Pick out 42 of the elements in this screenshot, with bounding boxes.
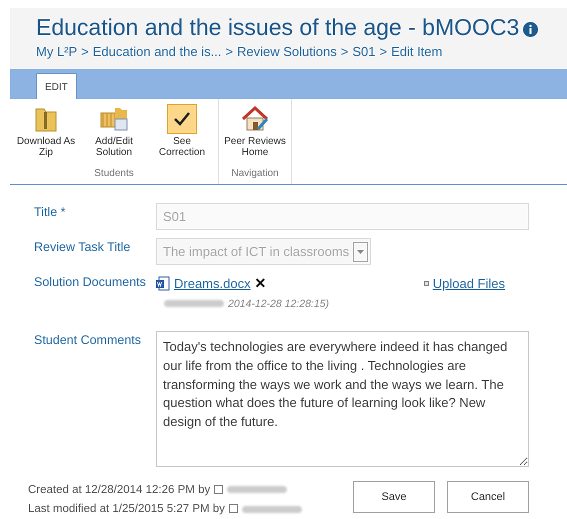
cancel-button[interactable]: Cancel (447, 480, 529, 513)
meta-text: Last modified at 1/25/2015 5:27 PM by (28, 503, 225, 516)
redacted-mark (227, 486, 288, 494)
field-label: Student Comments (34, 332, 142, 349)
breadcrumb-link[interactable]: Education and the is... (92, 42, 222, 62)
meta-text: Created at 12/28/2014 12:26 PM by (28, 484, 210, 496)
group-label: Navigation (230, 167, 280, 182)
field-label: Solution Documents (34, 274, 147, 292)
ribbon-button[interactable]: Add/Edit Solution (80, 103, 148, 166)
upload-link[interactable]: Upload Files (432, 274, 505, 294)
ribbon-button[interactable]: Peer Reviews Home (221, 103, 289, 166)
redacted-mark (242, 506, 302, 513)
breadcrumb-separator: > (225, 42, 234, 61)
file-date: 2014-12-28 12:28:15) (228, 298, 329, 310)
breadcrumb-link[interactable]: Edit Item (391, 42, 442, 62)
ribbon-button[interactable]: Download As Zip (12, 103, 80, 166)
group-label: Students (93, 167, 135, 182)
house-icon (240, 105, 270, 134)
breadcrumb-link[interactable]: Review Solutions (237, 42, 337, 62)
redacted-mark (164, 300, 224, 308)
caret-icon (357, 250, 364, 254)
page-title: Education and the issues of the age - bMOOC3 (36, 14, 520, 40)
checkbox-icon (214, 484, 224, 494)
file-link[interactable]: Dreams.docx (174, 274, 251, 294)
ribbon-tab[interactable]: EDIT (36, 73, 77, 100)
comments-field[interactable]: Today's technologies are everywhere indeed it has changed our life from the office to the living . Technologies are transforming the ways we work and the ways we learn. The question what does the future of learning look like? New design of the future. (156, 330, 529, 467)
ribbon-button[interactable]: See Correction (148, 103, 216, 166)
breadcrumb-link[interactable]: S01 (352, 42, 376, 62)
breadcrumb-separator: > (379, 42, 388, 61)
breadcrumb-separator: > (81, 42, 89, 61)
field-label: Review Task Title (34, 239, 132, 256)
document-icon (156, 276, 170, 292)
grid-folder-icon (99, 105, 129, 134)
info-icon[interactable] (523, 22, 538, 37)
remove-button[interactable]: ✕ (254, 273, 267, 294)
field-label: Title * (34, 204, 66, 222)
bullet-icon (424, 281, 429, 286)
checkbox-icon (228, 504, 238, 514)
save-button[interactable]: Save (353, 480, 435, 513)
breadcrumb-separator: > (340, 42, 348, 61)
checkmark-icon (172, 110, 192, 128)
breadcrumb-link[interactable]: My L²P (36, 42, 78, 62)
